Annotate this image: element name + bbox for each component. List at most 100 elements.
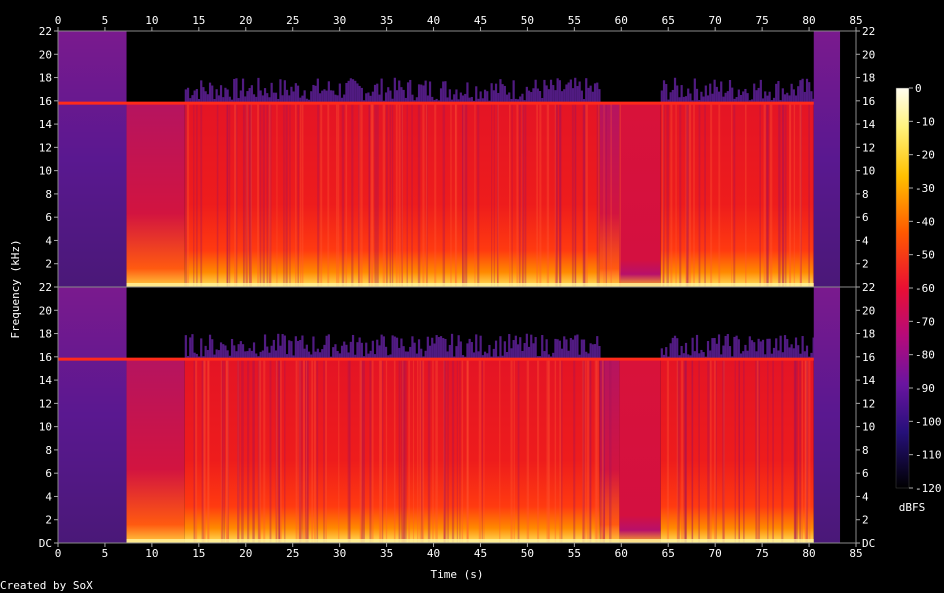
colorbar-tick-label: -90 (915, 382, 935, 395)
spectrogram-hf-spill (693, 78, 696, 105)
spectrogram-hf-spill (501, 84, 504, 105)
spectrogram-hf-spill (470, 342, 473, 361)
spectrogram-hf-spill (691, 337, 694, 361)
spectrogram-transient (710, 103, 713, 288)
spectrogram-hf-spill (565, 339, 568, 361)
spectrogram-hf-spill (398, 80, 401, 105)
spectrogram-hf-spill (380, 334, 383, 361)
spectrogram-hf-spill (235, 78, 238, 105)
spectrogram-hf-spill (494, 83, 498, 105)
spectrogram-transient (338, 359, 340, 543)
spectrogram-transient (521, 103, 525, 288)
spectrogram-hf-spill (281, 334, 284, 361)
spectrogram-hf-spill (277, 333, 280, 361)
spectrogram-transient (184, 103, 187, 288)
y-tick-label-right: 8 (862, 188, 869, 201)
spectrogram-hf-spill (349, 78, 352, 105)
spectrogram-hf-spill (400, 338, 403, 361)
channel-2-spectrogram (58, 287, 856, 543)
x-tick-label-top: 40 (427, 14, 440, 27)
spectrogram-transient (478, 359, 482, 543)
spectrogram-transient (466, 359, 469, 543)
y-tick-label-right: 12 (862, 141, 875, 154)
spectrogram-transient (382, 103, 386, 288)
spectrogram-hf-spill (439, 336, 443, 361)
spectrogram-transient (359, 359, 363, 543)
spectrogram-transient (808, 103, 810, 288)
spectrogram-transient (676, 359, 679, 543)
x-tick-label-bottom: 30 (333, 547, 346, 560)
spectrogram-transient (391, 103, 394, 288)
spectrogram-segment-quiet-music (126, 103, 185, 288)
spectrogram-transient (559, 359, 562, 543)
y-tick-label-right: 10 (862, 421, 875, 434)
colorbar-tick-label: -80 (915, 349, 935, 362)
spectrogram-transient (186, 103, 190, 288)
spectrogram-transient (799, 359, 802, 543)
spectrogram-hf-spill (805, 78, 809, 105)
spectrogram-transient (585, 103, 588, 288)
colorbar-tick-label: -40 (915, 215, 935, 228)
spectrogram-transient (663, 103, 665, 288)
spectrogram-hf-spill (494, 340, 498, 361)
y-tick-label-right: 22 (862, 281, 875, 294)
spectrogram-transient (546, 103, 550, 288)
spectrogram-transient (526, 359, 530, 543)
spectrogram-hf-spill (503, 85, 506, 105)
x-tick-label-bottom: 75 (755, 547, 768, 560)
spectrogram-hf-spill (593, 83, 597, 105)
spectrogram-hf-spill (380, 78, 383, 105)
spectrogram-hf-spill (706, 341, 710, 361)
spectrogram-transient (585, 359, 587, 543)
spectrogram-hf-spill (558, 80, 561, 105)
spectrogram-transient (358, 103, 360, 288)
x-tick-label-top: 80 (802, 14, 815, 27)
spectrogram-hf-spill (490, 83, 493, 105)
spectrogram-transient (369, 359, 372, 543)
spectrogram-hf-spill (711, 338, 714, 361)
spectrogram-hf-spill (563, 336, 566, 361)
spectrogram-transient (459, 359, 461, 543)
x-axis-label: Time (s) (431, 568, 484, 581)
colorbar-tick-label: -60 (915, 282, 935, 295)
y-tick-label-right: 2 (862, 258, 869, 271)
spectrogram-transient (546, 359, 549, 543)
spectrogram-hf-spill (316, 78, 319, 105)
spectrogram-hf-spill (589, 343, 592, 361)
y-tick-label-left: 18 (39, 72, 52, 85)
spectrogram-hf-spill (442, 81, 445, 105)
spectrogram-figure: 0055101015152020252530303535404045455050… (0, 14, 942, 592)
spectrogram-transient (297, 103, 299, 288)
spectrogram-hf-spill (508, 334, 511, 361)
spectrogram-transient (767, 359, 769, 543)
spectrogram-transient (812, 103, 814, 288)
lowpass-cutoff-line (58, 101, 814, 105)
spectrogram-transient (247, 359, 250, 543)
spectrogram-hf-spill (753, 83, 756, 105)
spectrogram-hf-spill (354, 80, 357, 105)
spectrogram-transient (257, 103, 260, 288)
spectrogram-transient (311, 359, 314, 543)
colorbar-tick-label: 0 (915, 82, 922, 95)
spectrogram-hf-spill (775, 83, 778, 105)
spectrogram-transient (263, 359, 266, 543)
spectrogram-transient (301, 103, 304, 288)
spectrogram-hf-spill (283, 335, 286, 361)
y-tick-label-right: 16 (862, 95, 875, 108)
spectrogram-transient (345, 103, 348, 288)
x-tick-label-bottom: 0 (55, 547, 62, 560)
spectrogram-transient (241, 359, 244, 543)
spectrogram-transient (714, 359, 716, 543)
spectrogram-hf-spill (191, 334, 194, 361)
spectrogram-hf-spill (733, 336, 736, 361)
spectrogram-hf-spill (393, 336, 396, 361)
spectrogram-hf-spill (565, 84, 568, 105)
spectrogram-hf-spill (556, 78, 559, 105)
spectrogram-transient (731, 103, 733, 288)
spectrogram-hf-spill (680, 85, 683, 105)
spectrogram-transient (389, 103, 391, 288)
spectrogram-transient (681, 359, 684, 543)
spectrogram-transient (417, 103, 421, 288)
x-tick-label-top: 85 (849, 14, 862, 27)
spectrogram-transient (398, 103, 401, 288)
